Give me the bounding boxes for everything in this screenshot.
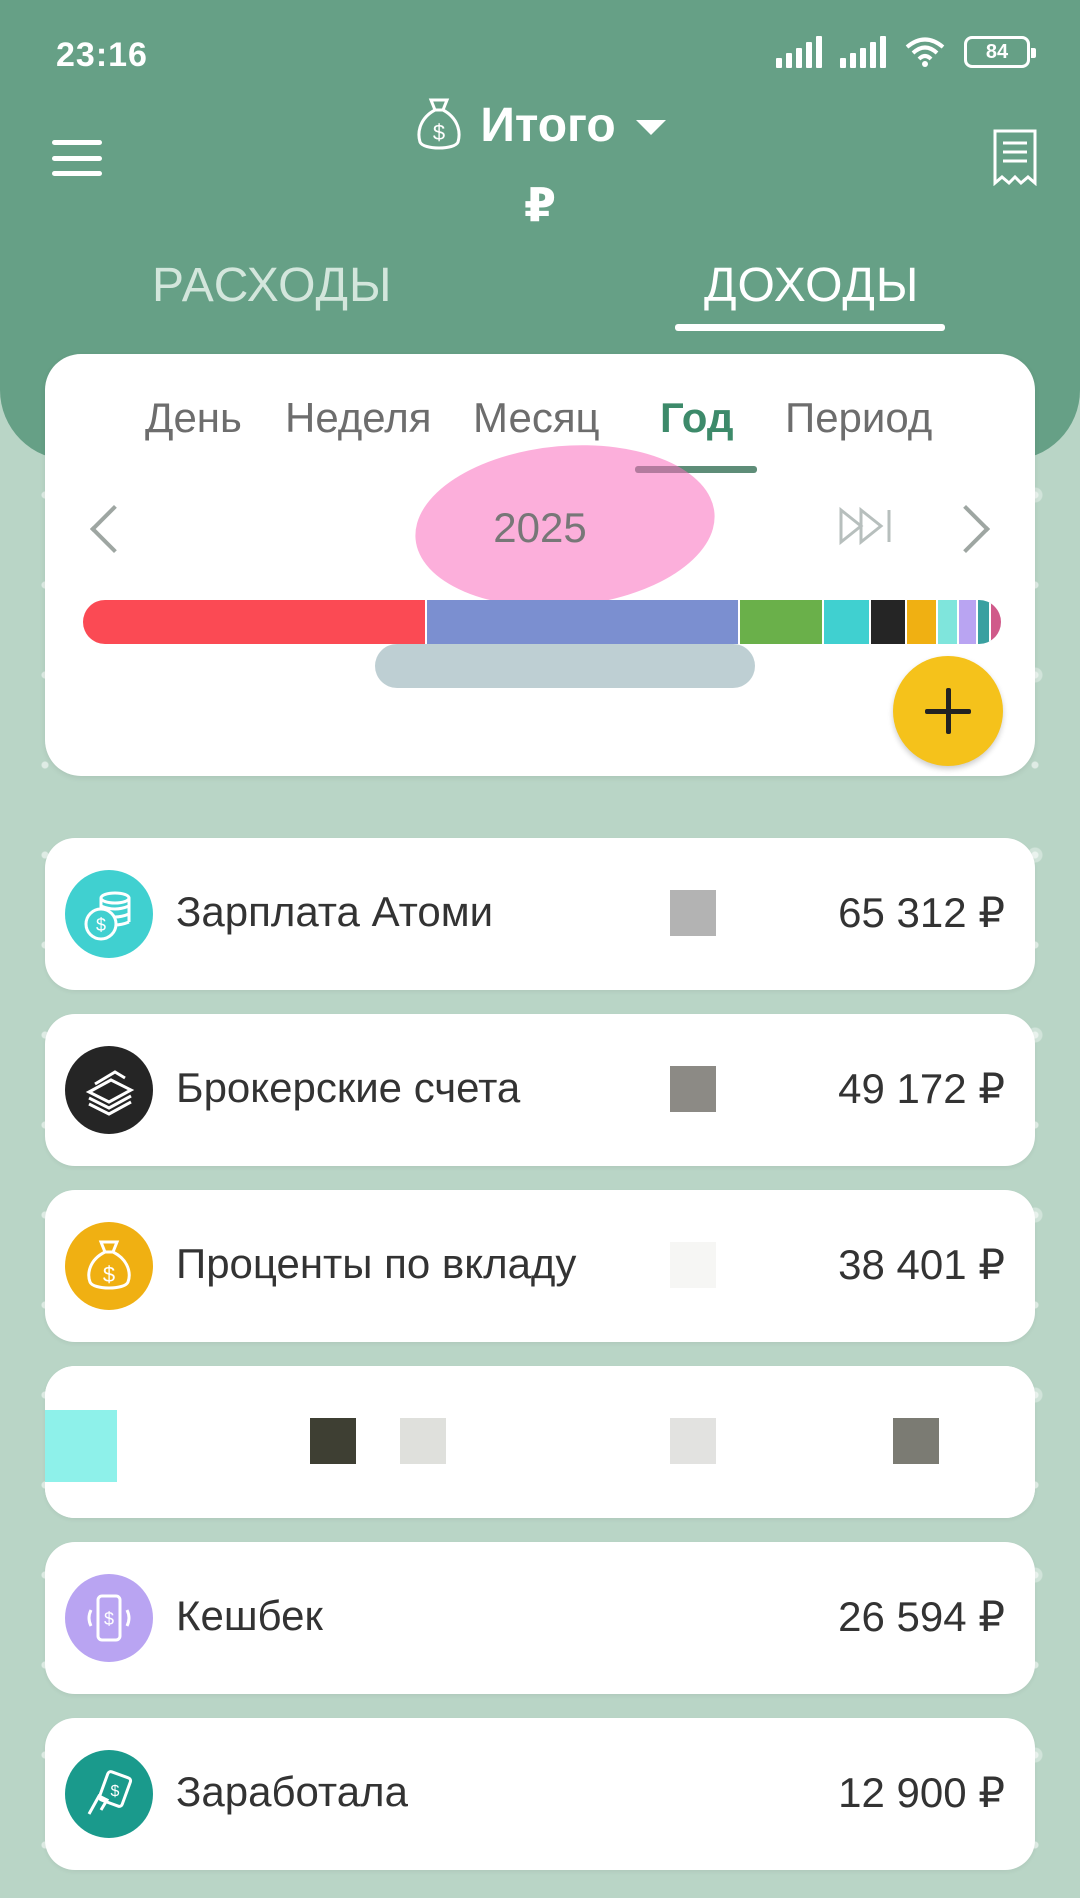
list-item[interactable]: $ Заработала 12 900 ₽ <box>45 1718 1035 1870</box>
redaction-block <box>45 1410 117 1482</box>
category-bar-segment <box>907 600 939 644</box>
chevron-down-icon <box>635 119 666 135</box>
list-item[interactable]: $ Проценты по вкладу 38 401 ₽ <box>45 1190 1035 1342</box>
item-name: Зарплата Атоми <box>176 888 494 935</box>
summary-card: День Неделя Месяц Год Период 2025 <box>45 354 1035 776</box>
svg-text:$: $ <box>111 1783 120 1800</box>
tab-income[interactable]: ДОХОДЫ <box>704 258 919 313</box>
money-bag-icon: $ <box>417 98 461 150</box>
add-button[interactable] <box>893 656 1003 766</box>
item-amount: 49 172 ₽ <box>838 1065 1005 1112</box>
blurred-area <box>375 644 755 688</box>
signal-icon <box>840 36 886 68</box>
redaction-block <box>670 890 716 936</box>
svg-text:$: $ <box>433 120 445 145</box>
money-bag-icon: $ <box>65 1222 153 1310</box>
status-time: 23:16 <box>56 36 148 74</box>
category-bar-segment <box>823 600 871 644</box>
item-amount: 65 312 ₽ <box>838 889 1005 936</box>
item-amount: 12 900 ₽ <box>838 1769 1005 1816</box>
item-name: Проценты по вкладу <box>176 1240 577 1287</box>
wifi-icon <box>905 37 945 67</box>
year-navigator: 2025 <box>45 504 1035 584</box>
list-item-redacted[interactable] <box>45 1366 1035 1518</box>
item-name: Заработала <box>176 1768 408 1815</box>
list-item[interactable]: $ Кешбек 26 594 ₽ <box>45 1542 1035 1694</box>
item-amount: 26 594 ₽ <box>838 1593 1005 1640</box>
signal-icon <box>776 36 822 68</box>
currency-sign: ₽ <box>523 179 556 231</box>
redaction-block <box>670 1242 716 1288</box>
svg-text:$: $ <box>96 915 106 935</box>
svg-text:$: $ <box>103 1262 115 1287</box>
category-bar-segment <box>740 600 824 644</box>
item-amount: 38 401 ₽ <box>838 1241 1005 1288</box>
phone-money-icon: $ <box>65 1574 153 1662</box>
coins-icon: $ <box>65 870 153 958</box>
period-week[interactable]: Неделя <box>285 394 432 442</box>
status-bar: 23:16 84 <box>0 0 1080 110</box>
item-name: Брокерские счета <box>176 1064 521 1111</box>
page-title: Итого <box>480 98 616 152</box>
battery-icon: 84 <box>964 36 1036 68</box>
redaction-block <box>670 1066 716 1112</box>
redaction-block <box>400 1418 446 1464</box>
tab-expenses[interactable]: РАСХОДЫ <box>152 258 392 313</box>
category-bar-segment <box>83 600 428 644</box>
hand-money-icon: $ <box>65 1750 153 1838</box>
period-day[interactable]: День <box>145 394 242 442</box>
tab-underline <box>675 324 945 331</box>
redaction-block <box>310 1418 356 1464</box>
list-item[interactable]: Брокерские счета 49 172 ₽ <box>45 1014 1035 1166</box>
category-bar-segment <box>938 600 960 644</box>
tab-bar: РАСХОДЫ ДОХОДЫ <box>0 250 1080 340</box>
redaction-block <box>893 1418 939 1464</box>
battery-level: 84 <box>985 40 1009 63</box>
cash-stack-icon <box>65 1046 153 1134</box>
category-distribution-bar <box>83 600 1001 644</box>
period-year[interactable]: Год <box>660 394 733 442</box>
item-name: Кешбек <box>176 1592 323 1639</box>
redaction-block <box>670 1418 716 1464</box>
category-bar-segment <box>978 600 991 644</box>
skip-to-current-icon[interactable] <box>837 504 895 548</box>
category-bar-segment <box>427 600 741 644</box>
category-bar-segment <box>870 600 908 644</box>
list-item[interactable]: $ Зарплата Атоми 65 312 ₽ <box>45 838 1035 990</box>
category-bar-segment <box>959 600 978 644</box>
period-month[interactable]: Месяц <box>473 394 600 442</box>
period-custom[interactable]: Период <box>785 394 932 442</box>
category-bar-segment <box>990 600 1001 644</box>
account-selector[interactable]: $ Итого <box>0 96 1080 154</box>
svg-text:$: $ <box>104 1609 114 1629</box>
